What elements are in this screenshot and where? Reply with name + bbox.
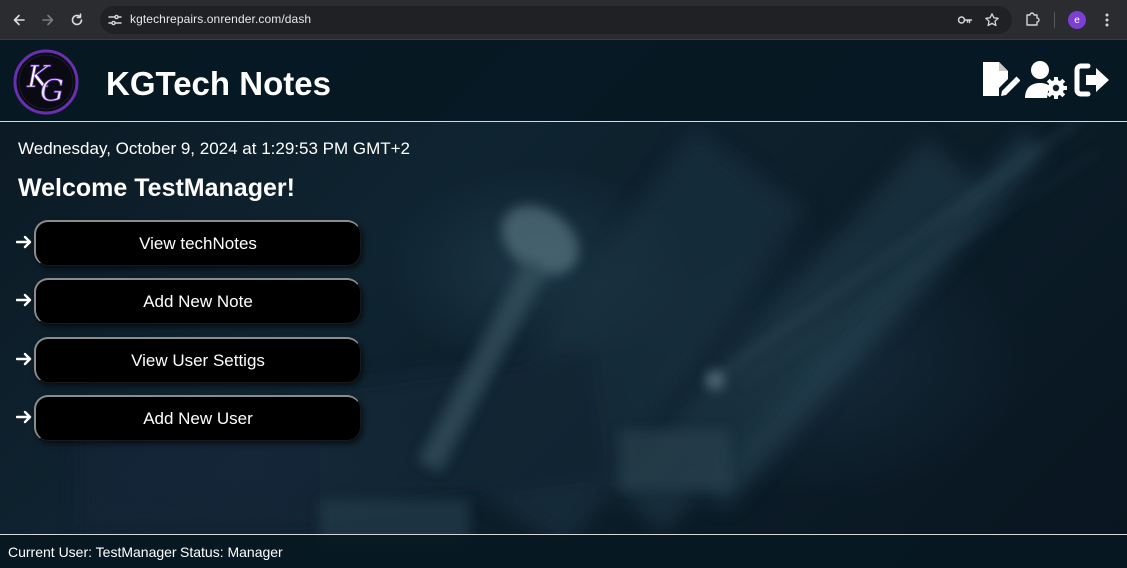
arrow-right-icon <box>16 235 32 249</box>
browser-toolbar: kgtechrepairs.onrender.com/dash e <box>0 0 1127 40</box>
dash-link-row: View User Settigs <box>16 337 366 383</box>
welcome-heading: Welcome TestManager! <box>18 174 295 202</box>
url-text[interactable]: kgtechrepairs.onrender.com/dash <box>130 12 311 26</box>
toolbar-divider <box>1054 12 1055 28</box>
user-settings-button[interactable] <box>1025 60 1067 100</box>
site-info-icon[interactable] <box>107 12 123 28</box>
file-pen-icon <box>983 62 1021 96</box>
extensions-puzzle-icon[interactable] <box>1024 10 1042 28</box>
logout-icon <box>1074 63 1109 97</box>
current-datetime: Wednesday, October 9, 2024 at 1:29:53 PM… <box>18 139 411 158</box>
address-bar[interactable]: kgtechrepairs.onrender.com/dash <box>100 6 1012 34</box>
profile-avatar[interactable]: e <box>1068 11 1086 29</box>
browser-menu-icon[interactable] <box>1099 11 1115 29</box>
new-note-button[interactable] <box>980 60 1021 100</box>
site-footer: Current User: TestManager Status: Manage… <box>0 534 1127 568</box>
password-key-icon[interactable] <box>957 12 973 28</box>
logo-g: G <box>40 74 64 109</box>
arrow-right-icon <box>16 293 32 307</box>
add-new-user-link[interactable]: Add New User <box>34 395 361 441</box>
current-user-text: Current User: TestManager <box>8 544 177 560</box>
site-title[interactable]: KGTech Notes <box>106 65 331 103</box>
reload-icon[interactable] <box>66 9 88 31</box>
dash-link-row: Add New Note <box>16 278 366 324</box>
back-icon[interactable] <box>8 9 30 31</box>
add-new-note-link[interactable]: Add New Note <box>34 278 361 324</box>
arrow-right-icon <box>16 410 32 424</box>
user-gear-icon <box>1025 61 1067 99</box>
view-user-settings-link[interactable]: View User Settigs <box>34 337 361 383</box>
arrow-right-icon <box>16 352 32 366</box>
logout-button[interactable] <box>1074 60 1111 100</box>
dash-link-row: View techNotes <box>16 220 366 266</box>
site-header: K G KGTech Notes <box>0 40 1127 122</box>
status-text: Status: Manager <box>180 544 283 560</box>
dash-link-row: Add New User <box>16 395 366 441</box>
view-technotes-link[interactable]: View techNotes <box>34 220 361 266</box>
kgtech-logo[interactable]: K G <box>13 49 79 115</box>
page: K G KGTech Notes Wednesday, October 9, 2… <box>0 40 1127 568</box>
bookmark-star-icon[interactable] <box>984 12 1000 28</box>
forward-icon[interactable] <box>37 9 59 31</box>
